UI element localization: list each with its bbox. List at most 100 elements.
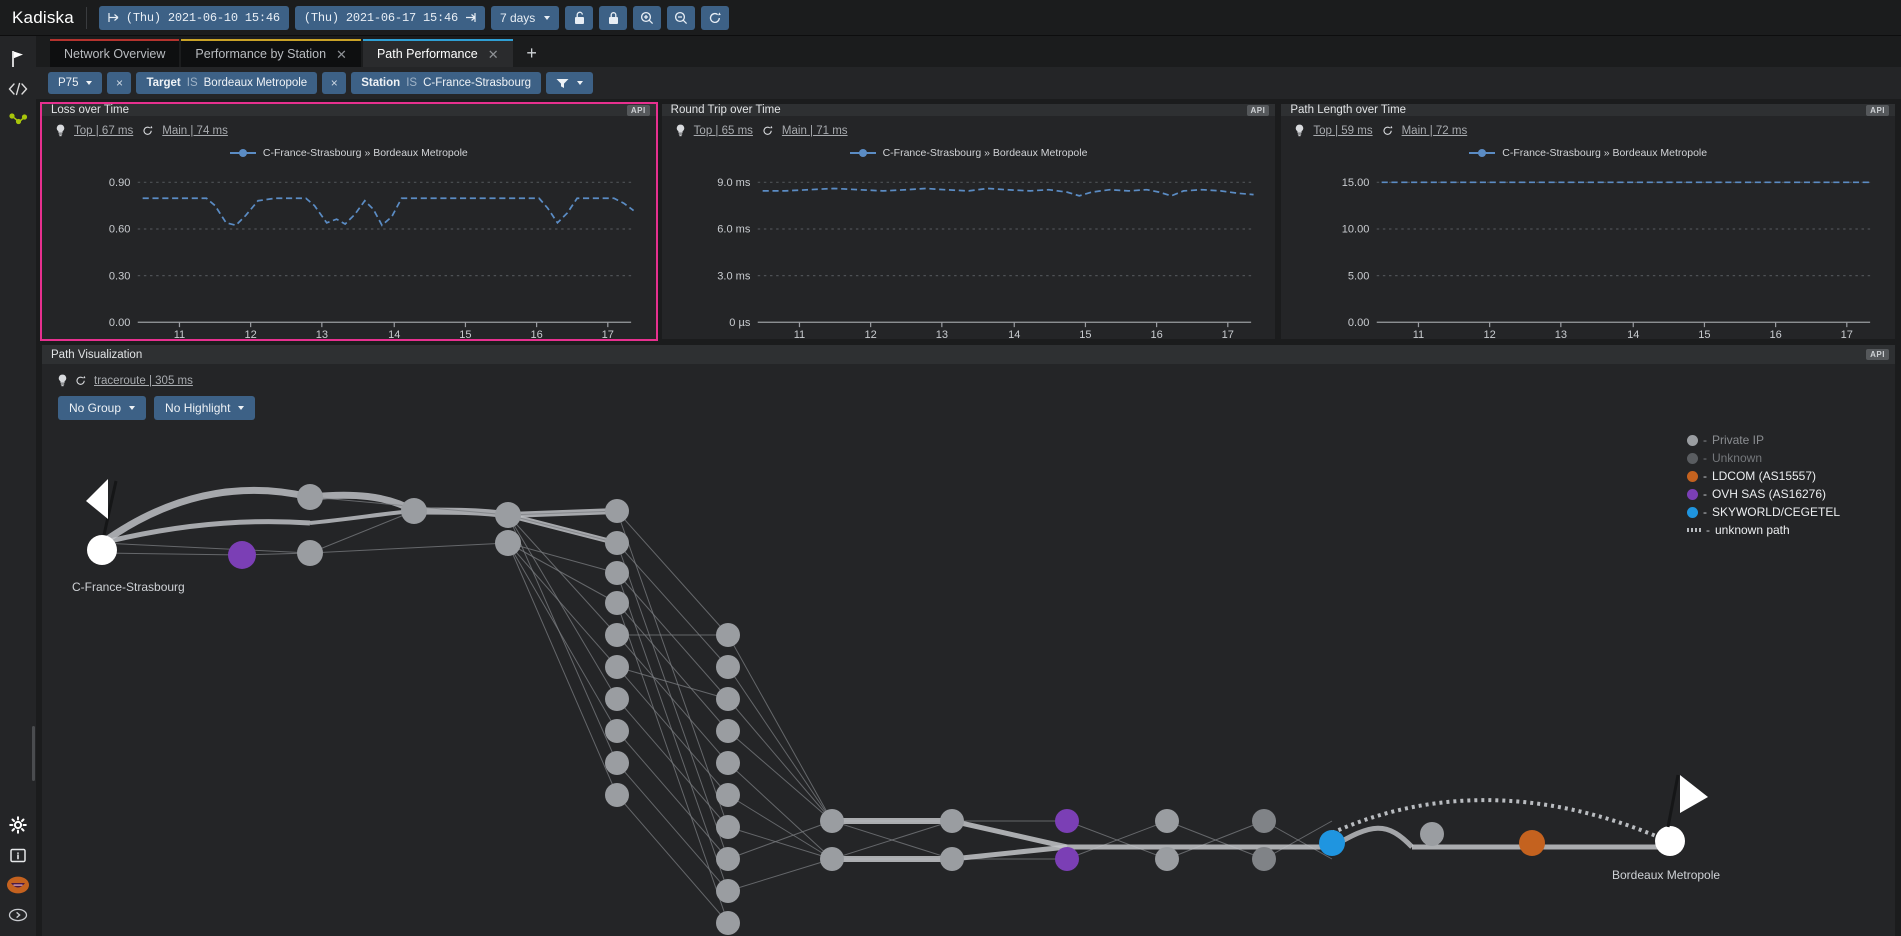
panel-round-trip-over-time[interactable]: Round Trip over Time API Top | 65 ms Mai… xyxy=(661,104,1276,341)
add-tab-button[interactable]: + xyxy=(515,39,549,67)
start-date-button[interactable]: (Thu) 2021-06-10 15:46 xyxy=(98,5,289,30)
panel-header: Path Length over Time API xyxy=(1281,104,1896,116)
info-button[interactable] xyxy=(0,840,36,870)
y-tick-labels: 15.00 10.00 5.00 0.00 xyxy=(1342,177,1370,329)
lock-closed-icon xyxy=(608,11,618,24)
svg-text:13: 13 xyxy=(316,329,328,341)
api-badge[interactable]: API xyxy=(626,104,650,116)
panel-link-main[interactable]: Main | 71 ms xyxy=(782,125,848,137)
panel-link-top[interactable]: Top | 65 ms xyxy=(694,125,753,137)
y-tick-labels: 9.0 ms 6.0 ms 3.0 ms 0 µs xyxy=(717,177,751,329)
legend-item-skyworld[interactable]: - SKYWORLD/CEGETEL xyxy=(1686,503,1840,521)
chart-svg: 0.90 0.60 0.30 0.00 11 12 13 14 15 16 17 xyxy=(109,177,635,341)
sidebar-item-path[interactable] xyxy=(0,104,36,134)
remove-filter-target[interactable]: × xyxy=(107,72,132,94)
path-graph-canvas[interactable]: C-France-Strasbourg Bordeaux Metropole xyxy=(42,423,1895,936)
legend-label: C-France-Strasbourg » Bordeaux Metropole xyxy=(1502,147,1708,159)
panel-link-top[interactable]: Top | 59 ms xyxy=(1313,125,1372,137)
sidebar-item-code[interactable] xyxy=(0,74,36,104)
refresh-icon xyxy=(142,125,153,136)
end-date-button[interactable]: (Thu) 2021-06-17 15:46 xyxy=(294,5,485,30)
filter-operator: IS xyxy=(406,77,418,89)
svg-text:10.00: 10.00 xyxy=(1342,224,1370,236)
filter-value: Bordeaux Metropole xyxy=(203,77,308,89)
node-column-c xyxy=(820,809,844,871)
highlight-select[interactable]: No Highlight xyxy=(154,396,256,420)
refresh-button[interactable] xyxy=(701,5,730,30)
top-toolbar: Kadiska (Thu) 2021-06-10 15:46 (Thu) 202… xyxy=(0,0,1901,36)
legend-item-unknown-path[interactable]: - unknown path xyxy=(1686,521,1840,539)
tab-path-performance[interactable]: Path Performance ✕ xyxy=(362,39,513,67)
source-flag xyxy=(86,479,108,519)
panel-path-length-over-time[interactable]: Path Length over Time API Top | 59 ms Ma… xyxy=(1281,104,1896,341)
traceroute-link[interactable]: traceroute | 305 ms xyxy=(94,375,193,387)
percentile-value: P75 xyxy=(58,77,79,89)
expand-panel-button[interactable] xyxy=(0,900,36,930)
chart-legend[interactable]: C-France-Strasbourg » Bordeaux Metropole xyxy=(42,147,656,159)
svg-text:15.00: 15.00 xyxy=(1342,177,1370,189)
panel-path-visualization[interactable]: Path Visualization API traceroute | 305 … xyxy=(42,345,1895,936)
panel-loss-over-time[interactable]: Loss over Time API Top | 67 ms Main | 74… xyxy=(40,102,658,341)
x-tick-labels: 11 12 13 14 15 16 17 xyxy=(793,329,1233,341)
bulb-icon xyxy=(1295,124,1304,137)
private-ip-dot-icon xyxy=(1686,434,1698,446)
flag-icon xyxy=(12,51,23,67)
svg-text:16: 16 xyxy=(1770,329,1782,341)
path-controls: No Group No Highlight xyxy=(42,387,1895,420)
node-ovh xyxy=(1055,809,1079,833)
node-private xyxy=(1155,809,1179,833)
app-logo: Kadiska xyxy=(12,6,87,29)
zoom-in-button[interactable] xyxy=(633,5,662,30)
add-filter-button[interactable] xyxy=(546,72,594,94)
legend-item-unknown[interactable]: - Unknown xyxy=(1686,449,1840,467)
legend-label: SKYWORLD/CEGETEL xyxy=(1711,505,1840,519)
tab-close-icon[interactable]: ✕ xyxy=(336,48,347,61)
node-private xyxy=(1420,822,1444,846)
filter-chip-target[interactable]: Target IS Bordeaux Metropole xyxy=(136,72,318,94)
api-badge[interactable]: API xyxy=(1866,104,1890,116)
chart-legend[interactable]: C-France-Strasbourg » Bordeaux Metropole xyxy=(1281,147,1895,159)
chart-canvas-round-trip[interactable]: 9.0 ms 6.0 ms 3.0 ms 0 µs 11 12 13 14 15 16 17 xyxy=(662,159,1276,343)
rail-scrollbar[interactable] xyxy=(32,726,35,781)
range-start-icon xyxy=(108,13,119,22)
legend-item-private-ip[interactable]: - Private IP xyxy=(1686,431,1840,449)
filter-chip-station[interactable]: Station IS C-France-Strasbourg xyxy=(351,72,542,94)
remove-filter-station[interactable]: × xyxy=(322,72,347,94)
chart-canvas-path-length[interactable]: 15.00 10.00 5.00 0.00 11 12 13 14 15 16 17 xyxy=(1281,159,1895,343)
time-range-select[interactable]: 7 days xyxy=(490,5,560,30)
time-range-value: 7 days xyxy=(499,10,536,25)
panel-link-top[interactable]: Top | 67 ms xyxy=(74,125,133,137)
svg-text:13: 13 xyxy=(935,329,947,341)
zoom-out-button[interactable] xyxy=(667,5,696,30)
chart-legend[interactable]: C-France-Strasbourg » Bordeaux Metropole xyxy=(662,147,1276,159)
panel-link-main[interactable]: Main | 72 ms xyxy=(1402,125,1468,137)
refresh-icon xyxy=(762,125,773,136)
legend-marker-icon xyxy=(849,149,876,157)
node-private xyxy=(297,540,323,566)
panel-title: Round Trip over Time xyxy=(670,104,781,116)
legend-item-ovh[interactable]: - OVH SAS (AS16276) xyxy=(1686,485,1840,503)
chevron-down-icon xyxy=(577,81,584,85)
avatar[interactable] xyxy=(0,870,36,900)
percentile-select[interactable]: P75 xyxy=(48,72,103,94)
api-badge[interactable]: API xyxy=(1866,349,1889,360)
lock-closed-button[interactable] xyxy=(599,5,628,30)
group-select[interactable]: No Group xyxy=(58,396,147,420)
node-private xyxy=(940,847,964,871)
panel-link-main[interactable]: Main | 74 ms xyxy=(162,125,228,137)
legend-label: OVH SAS (AS16276) xyxy=(1711,487,1827,501)
lock-open-button[interactable] xyxy=(565,5,594,30)
tab-network-overview[interactable]: Network Overview xyxy=(50,39,180,67)
tab-close-icon[interactable]: ✕ xyxy=(488,48,499,61)
panel-links: Top | 65 ms Main | 71 ms xyxy=(662,116,1276,137)
sidebar-item-flag[interactable] xyxy=(0,44,36,74)
legend-item-ldcom[interactable]: - LDCOM (AS15557) xyxy=(1686,467,1840,485)
chart-canvas-loss[interactable]: 0.90 0.60 0.30 0.00 11 12 13 14 15 16 17 xyxy=(42,159,656,343)
path-legend: - Private IP - Unknown - LDCOM (AS15557)… xyxy=(1686,431,1840,539)
svg-text:0.30: 0.30 xyxy=(109,270,130,282)
svg-text:0 µs: 0 µs xyxy=(729,317,751,329)
tab-performance-by-station[interactable]: Performance by Station ✕ xyxy=(181,39,361,67)
settings-button[interactable] xyxy=(0,810,36,840)
api-badge[interactable]: API xyxy=(1246,104,1270,116)
avatar-icon xyxy=(7,876,29,894)
